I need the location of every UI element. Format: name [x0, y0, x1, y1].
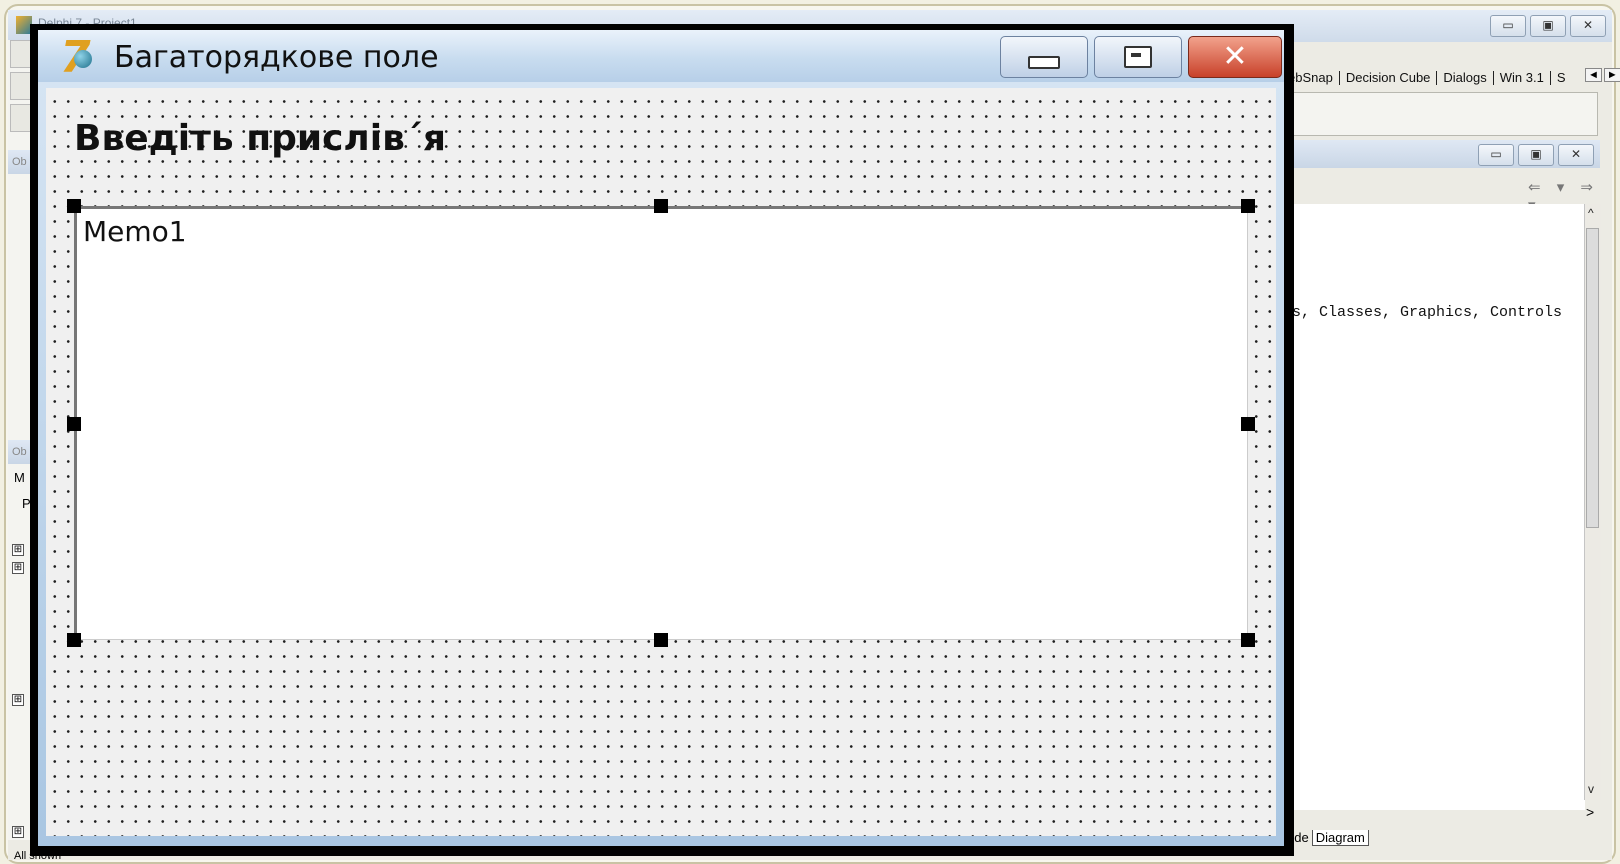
component-palette-tabs: WebSnap Decision Cube Dialogs Win 3.1 S	[1270, 68, 1572, 88]
delphi-7-icon: 7	[58, 32, 98, 83]
palette-tab-win31[interactable]: Win 3.1	[1494, 71, 1551, 85]
code-window-controls: ▭ ▣ ✕	[1478, 144, 1594, 166]
close-icon: ✕	[1222, 39, 1248, 74]
resize-handle-right[interactable]	[1241, 417, 1255, 431]
maximize-icon	[1124, 46, 1152, 68]
resize-handle-bottom[interactable]	[654, 633, 668, 647]
code-editor[interactable]: ants, Classes, Graphics, Controls	[1264, 204, 1585, 810]
palette-tab-dialogs[interactable]: Dialogs	[1437, 71, 1494, 85]
palette-scroll: ◄ ►	[1585, 68, 1620, 82]
palette-right-arrow-icon[interactable]: ►	[1603, 68, 1620, 82]
ide-window-controls: ▭ ▣ ✕	[1490, 15, 1606, 37]
minimize-icon	[1028, 55, 1060, 69]
form-design-surface[interactable]: Введіть прислів´я Memo1	[46, 88, 1276, 836]
scroll-down-icon[interactable]: v	[1588, 782, 1594, 796]
code-line-uses: ants, Classes, Graphics, Controls	[1265, 304, 1563, 321]
form-title-bar[interactable]: 7 Багаторядкове поле ✕	[38, 30, 1284, 83]
ide-close-button[interactable]: ✕	[1570, 15, 1606, 37]
memo-text: Memo1	[83, 215, 187, 248]
object-selector[interactable]: M	[14, 470, 25, 485]
code-editor-tabs: ode Diagram	[1284, 830, 1369, 846]
ide-maximize-button[interactable]: ▣	[1530, 15, 1566, 37]
resize-handle-top-right[interactable]	[1241, 199, 1255, 213]
tab-diagram[interactable]: Diagram	[1311, 830, 1369, 846]
resize-handle-left[interactable]	[67, 417, 81, 431]
resize-handle-top[interactable]	[654, 199, 668, 213]
palette-toolbar	[1260, 92, 1598, 136]
resize-handle-bottom-left[interactable]	[67, 633, 81, 647]
memo-field[interactable]: Memo1	[74, 206, 1248, 640]
palette-left-arrow-icon[interactable]: ◄	[1585, 68, 1602, 82]
code-maximize-button[interactable]: ▣	[1518, 144, 1554, 166]
code-editor-title-bar: ▭ ▣ ✕	[1260, 140, 1600, 168]
expand-icon[interactable]: ⊞	[12, 694, 24, 706]
scroll-thumb[interactable]	[1586, 228, 1599, 528]
form-frame: 7 Багаторядкове поле ✕ Введіть прислів´я…	[38, 30, 1284, 846]
palette-tab-s[interactable]: S	[1551, 71, 1572, 85]
minimize-button[interactable]	[1000, 36, 1088, 78]
maximize-button[interactable]	[1094, 36, 1182, 78]
resize-handle-top-left[interactable]	[67, 199, 81, 213]
scroll-right-icon[interactable]: >	[1586, 804, 1594, 820]
form-title: Багаторядкове поле	[114, 40, 439, 75]
code-close-button[interactable]: ✕	[1558, 144, 1594, 166]
expand-icon[interactable]: ⊞	[12, 826, 24, 838]
expand-icon[interactable]: ⊞	[12, 562, 24, 574]
label-prompt[interactable]: Введіть прислів´я	[74, 118, 446, 159]
expand-icon[interactable]: ⊞	[12, 544, 24, 556]
form-window: 7 Багаторядкове поле ✕ Введіть прислів´я…	[30, 24, 1294, 856]
code-vertical-scrollbar[interactable]: ^ v	[1584, 204, 1601, 800]
close-button[interactable]: ✕	[1188, 36, 1282, 78]
ide-minimize-button[interactable]: ▭	[1490, 15, 1526, 37]
palette-tab-decision-cube[interactable]: Decision Cube	[1340, 71, 1438, 85]
scroll-up-icon[interactable]: ^	[1588, 206, 1594, 220]
resize-handle-bottom-right[interactable]	[1241, 633, 1255, 647]
code-minimize-button[interactable]: ▭	[1478, 144, 1514, 166]
